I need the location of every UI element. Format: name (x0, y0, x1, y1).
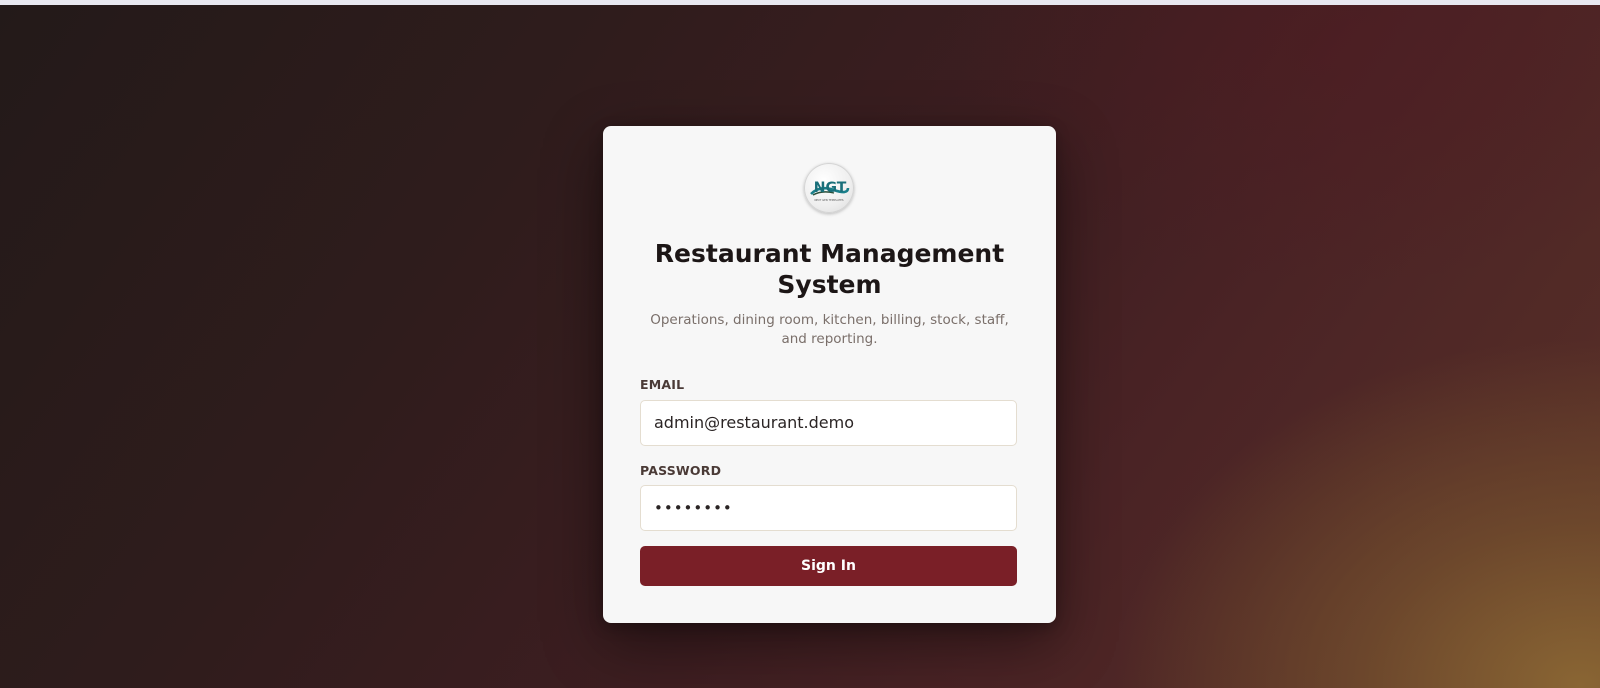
sign-in-button[interactable]: Sign In (640, 546, 1017, 586)
email-field[interactable]: admin@restaurant.demo (640, 400, 1017, 446)
logo-tagline: NEXT GEN TEMPLATES (814, 198, 843, 202)
login-card: NGT NEXT GEN TEMPLATES Restaurant Manage… (603, 126, 1056, 623)
password-label: PASSWORD (640, 463, 722, 478)
page-title: Restaurant Management System (654, 239, 1005, 299)
page-subtitle: Operations, dining room, kitchen, billin… (650, 312, 1009, 347)
logo-text: NGT (814, 180, 847, 196)
email-label: EMAIL (640, 377, 685, 392)
brand-logo: NGT NEXT GEN TEMPLATES (804, 163, 854, 213)
ngt-logo-icon: NGT NEXT GEN TEMPLATES (810, 180, 850, 202)
password-field[interactable]: •••••••• (640, 485, 1017, 531)
